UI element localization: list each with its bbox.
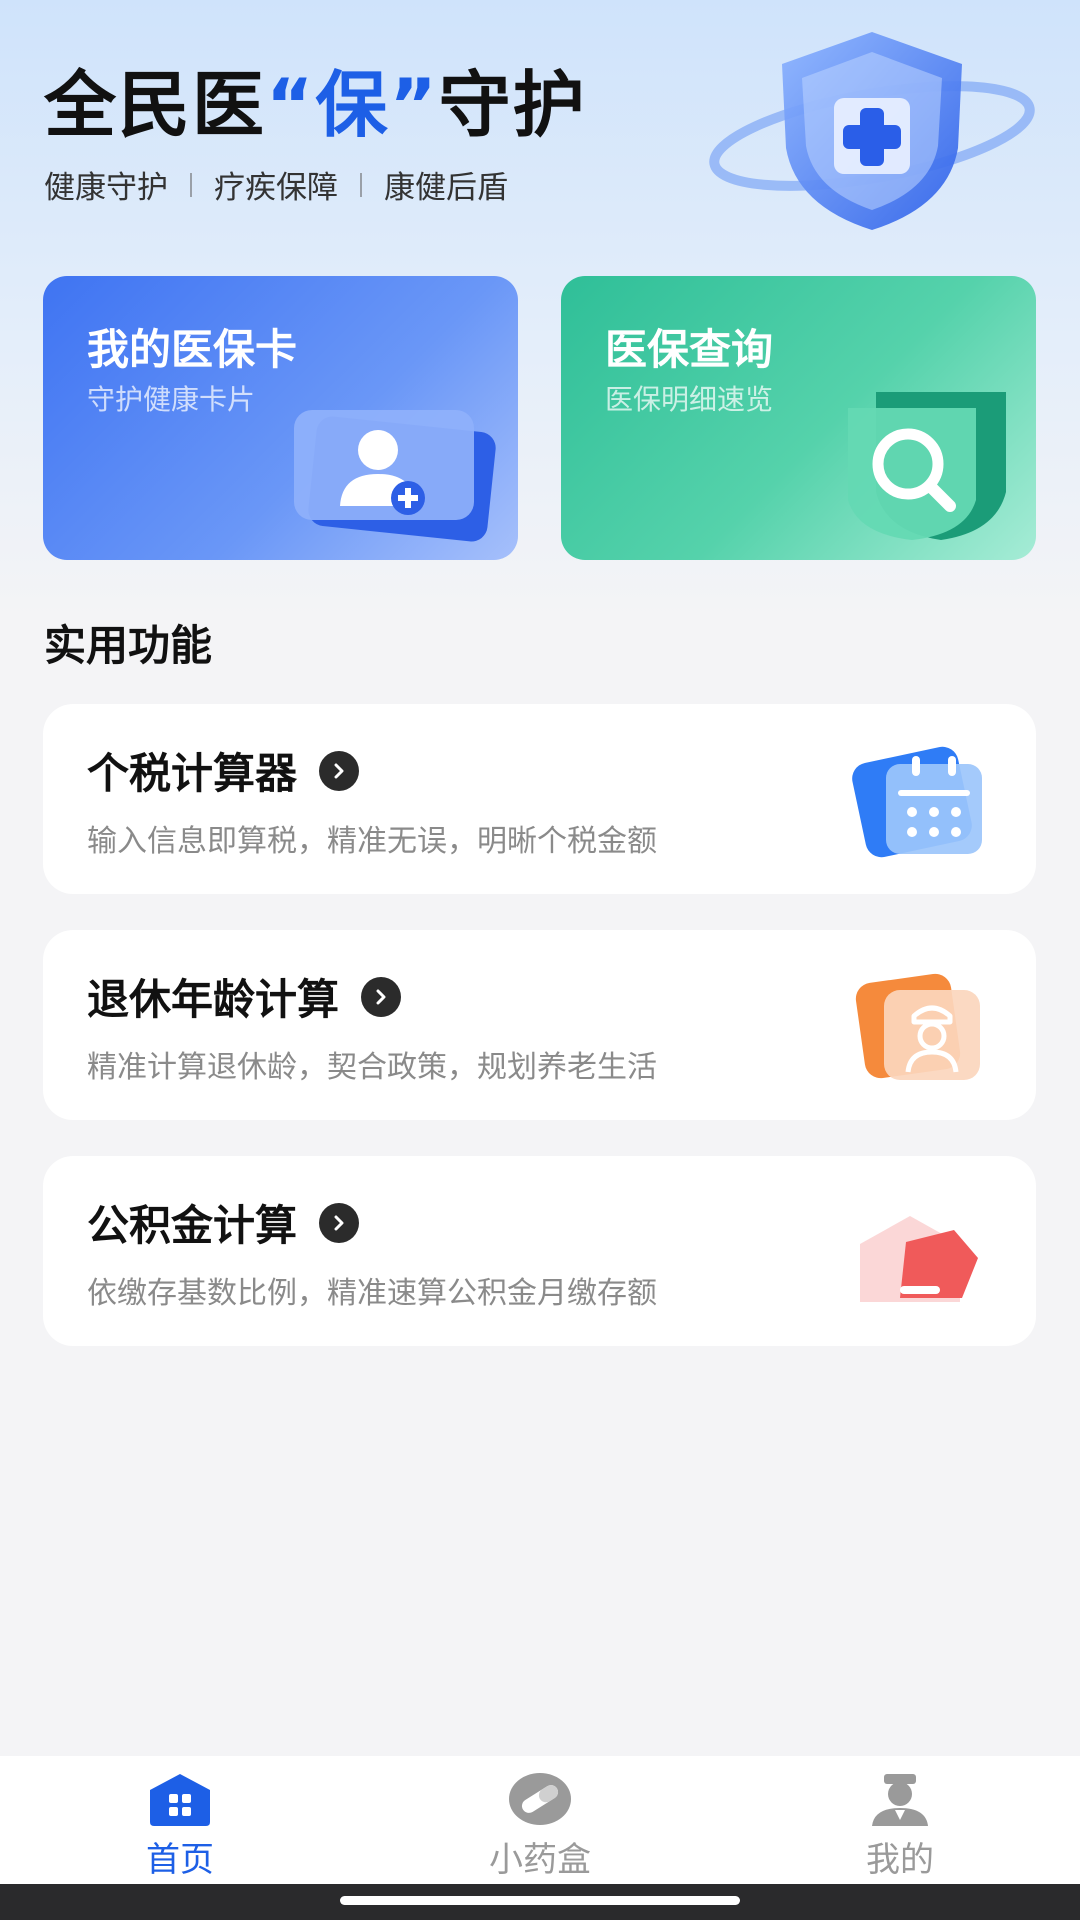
tag-backup: 康健后盾 [384, 170, 508, 206]
card-description: 精准计算退休龄，契合政策，规划养老生活 [87, 1050, 657, 1085]
divider [190, 172, 192, 197]
user-plus-card-icon [294, 410, 496, 542]
chevron-right-icon [361, 976, 402, 1017]
medical-card-button[interactable]: 我的医保卡 守护健康卡片 [43, 276, 518, 560]
chevron-right-icon [319, 750, 360, 791]
tax-calculator-card[interactable]: 个税计算器 输入信息即算税，精准无误，明晰个税金额 [43, 704, 1036, 894]
card-title: 公积金计算 [87, 1201, 298, 1250]
tag-treatment: 疗疾保障 [214, 170, 338, 206]
retiree-icon [855, 973, 980, 1080]
card-title: 医保查询 [605, 325, 774, 374]
home-icon [150, 1774, 210, 1826]
tab-label: 我的 [866, 1840, 934, 1880]
card-title: 退休年龄计算 [87, 975, 340, 1024]
page-title: 全民医“保”守护 [44, 62, 587, 148]
shield-cross-icon [709, 32, 1035, 230]
shield-search-icon [848, 392, 1006, 540]
card-description: 依缴存基数比例，精准速算公积金月缴存额 [87, 1276, 657, 1311]
tab-pillbox[interactable]: 小药盒 [360, 1756, 720, 1884]
card-subtitle: 守护健康卡片 [87, 383, 256, 416]
section-title: 实用功能 [44, 621, 213, 670]
card-description: 输入信息即算税，精准无误，明晰个税金额 [87, 824, 657, 859]
card-title-row: 公积金计算 [87, 1192, 360, 1253]
title-part1: 全民医 [44, 63, 267, 147]
card-subtitle: 医保明细速览 [605, 383, 774, 416]
hero-tagline: 健康守护 疗疾保障 康健后盾 [44, 162, 508, 207]
home-indicator[interactable] [340, 1896, 740, 1905]
housing-fund-card[interactable]: 公积金计算 依缴存基数比例，精准速算公积金月缴存额 [43, 1156, 1036, 1346]
insurance-query-button[interactable]: 医保查询 医保明细速览 [561, 276, 1036, 560]
tab-label: 首页 [146, 1840, 214, 1880]
chevron-right-icon [319, 1202, 360, 1243]
title-part2: 守护 [438, 63, 587, 147]
card-title-row: 退休年龄计算 [87, 966, 402, 1027]
card-title-row: 个税计算器 [87, 740, 360, 801]
divider [360, 172, 362, 197]
card-title: 个税计算器 [87, 749, 298, 798]
calendar-calculator-icon [852, 746, 982, 858]
profile-icon [872, 1774, 928, 1826]
tab-label: 小药盒 [489, 1840, 591, 1880]
tab-profile[interactable]: 我的 [720, 1756, 1080, 1884]
tag-health: 健康守护 [44, 170, 168, 206]
bottom-tab-bar: 首页 小药盒 我的 [0, 1756, 1080, 1884]
title-accent: “保” [266, 63, 439, 147]
house-fund-icon [860, 1216, 978, 1302]
card-title: 我的医保卡 [87, 325, 298, 374]
pill-icon [509, 1773, 571, 1825]
tab-home[interactable]: 首页 [0, 1756, 360, 1884]
retirement-age-card[interactable]: 退休年龄计算 精准计算退休龄，契合政策，规划养老生活 [43, 930, 1036, 1120]
